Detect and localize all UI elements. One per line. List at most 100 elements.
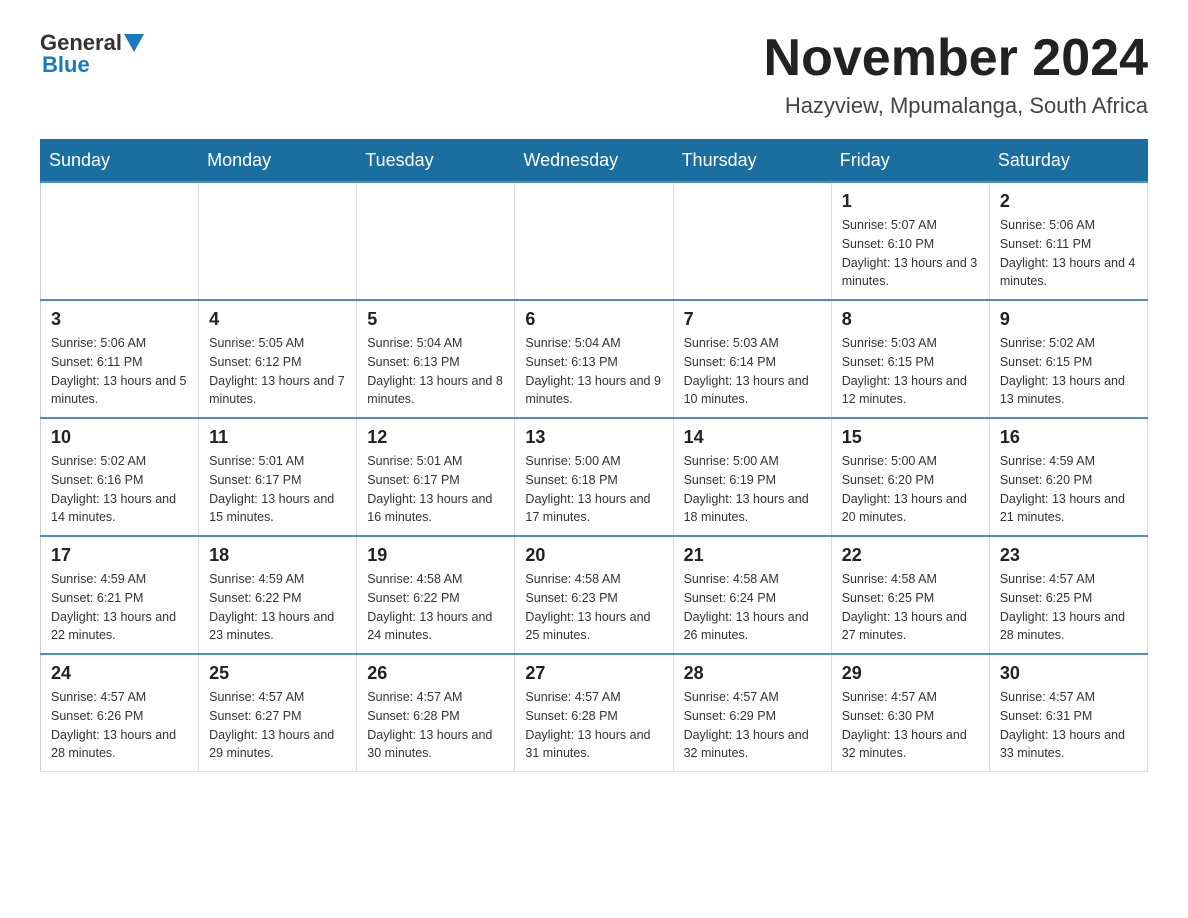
day-info: Sunrise: 4:57 AMSunset: 6:28 PMDaylight:… <box>525 688 662 763</box>
day-number: 12 <box>367 427 504 448</box>
calendar-cell: 16 Sunrise: 4:59 AMSunset: 6:20 PMDayligh… <box>989 418 1147 536</box>
calendar-cell: 18Sunrise: 4:59 AMSunset: 6:22 PMDayligh… <box>199 536 357 654</box>
day-info: Sunrise: 4:57 AMSunset: 6:28 PMDaylight:… <box>367 688 504 763</box>
day-info: Sunrise: 4:57 AMSunset: 6:30 PMDaylight:… <box>842 688 979 763</box>
calendar-cell <box>357 182 515 300</box>
logo: General Blue <box>40 30 144 78</box>
calendar-week-row: 3 Sunrise: 5:06 AMSunset: 6:11 PMDaylight… <box>41 300 1148 418</box>
calendar-cell: 13 Sunrise: 5:00 AMSunset: 6:18 PMDayligh… <box>515 418 673 536</box>
calendar-cell: 9 Sunrise: 5:02 AMSunset: 6:15 PMDaylight… <box>989 300 1147 418</box>
day-info: Sunrise: 5:04 AMSunset: 6:13 PMDaylight:… <box>367 334 504 409</box>
day-number: 3 <box>51 309 188 330</box>
day-info: Sunrise: 5:00 AMSunset: 6:18 PMDaylight:… <box>525 452 662 527</box>
calendar-cell: 24 Sunrise: 4:57 AMSunset: 6:26 PMDayligh… <box>41 654 199 772</box>
calendar-cell: 7Sunrise: 5:03 AMSunset: 6:14 PMDaylight… <box>673 300 831 418</box>
calendar-cell: 30Sunrise: 4:57 AMSunset: 6:31 PMDayligh… <box>989 654 1147 772</box>
day-number: 8 <box>842 309 979 330</box>
day-info: Sunrise: 5:00 AMSunset: 6:19 PMDaylight:… <box>684 452 821 527</box>
weekday-header-friday: Friday <box>831 140 989 183</box>
day-info: Sunrise: 5:02 AMSunset: 6:16 PMDaylight:… <box>51 452 188 527</box>
logo-blue-text: Blue <box>42 52 90 78</box>
day-number: 28 <box>684 663 821 684</box>
weekday-header-monday: Monday <box>199 140 357 183</box>
day-info: Sunrise: 4:58 AMSunset: 6:25 PMDaylight:… <box>842 570 979 645</box>
day-number: 16 <box>1000 427 1137 448</box>
day-number: 11 <box>209 427 346 448</box>
day-info: Sunrise: 5:01 AMSunset: 6:17 PMDaylight:… <box>367 452 504 527</box>
day-number: 10 <box>51 427 188 448</box>
day-number: 2 <box>1000 191 1137 212</box>
day-number: 13 <box>525 427 662 448</box>
day-info: Sunrise: 4:59 AMSunset: 6:21 PMDaylight:… <box>51 570 188 645</box>
day-number: 5 <box>367 309 504 330</box>
day-info: Sunrise: 4:58 AMSunset: 6:22 PMDaylight:… <box>367 570 504 645</box>
weekday-header-tuesday: Tuesday <box>357 140 515 183</box>
day-info: Sunrise: 5:05 AMSunset: 6:12 PMDaylight:… <box>209 334 346 409</box>
calendar-cell: 10 Sunrise: 5:02 AMSunset: 6:16 PMDayligh… <box>41 418 199 536</box>
day-info: Sunrise: 5:00 AMSunset: 6:20 PMDaylight:… <box>842 452 979 527</box>
month-title: November 2024 <box>764 30 1148 87</box>
weekday-header-saturday: Saturday <box>989 140 1147 183</box>
weekday-header-wednesday: Wednesday <box>515 140 673 183</box>
calendar-cell: 12 Sunrise: 5:01 AMSunset: 6:17 PMDayligh… <box>357 418 515 536</box>
weekday-header-thursday: Thursday <box>673 140 831 183</box>
calendar-cell: 11 Sunrise: 5:01 AMSunset: 6:17 PMDayligh… <box>199 418 357 536</box>
calendar-cell: 5 Sunrise: 5:04 AMSunset: 6:13 PMDaylight… <box>357 300 515 418</box>
location-title: Hazyview, Mpumalanga, South Africa <box>764 93 1148 119</box>
title-block: November 2024 Hazyview, Mpumalanga, Sout… <box>764 30 1148 119</box>
day-info: Sunrise: 4:58 AMSunset: 6:24 PMDaylight:… <box>684 570 821 645</box>
calendar-cell <box>41 182 199 300</box>
day-number: 24 <box>51 663 188 684</box>
day-info: Sunrise: 5:03 AMSunset: 6:15 PMDaylight:… <box>842 334 979 409</box>
calendar-week-row: 17Sunrise: 4:59 AMSunset: 6:21 PMDayligh… <box>41 536 1148 654</box>
day-info: Sunrise: 4:58 AMSunset: 6:23 PMDaylight:… <box>525 570 662 645</box>
calendar-cell <box>515 182 673 300</box>
day-info: Sunrise: 5:01 AMSunset: 6:17 PMDaylight:… <box>209 452 346 527</box>
calendar-cell <box>673 182 831 300</box>
day-info: Sunrise: 4:57 AMSunset: 6:25 PMDaylight:… <box>1000 570 1137 645</box>
logo-triangle-icon <box>124 34 144 54</box>
day-info: Sunrise: 4:59 AMSunset: 6:22 PMDaylight:… <box>209 570 346 645</box>
day-number: 1 <box>842 191 979 212</box>
day-number: 21 <box>684 545 821 566</box>
day-info: Sunrise: 4:57 AMSunset: 6:26 PMDaylight:… <box>51 688 188 763</box>
calendar-cell: 25 Sunrise: 4:57 AMSunset: 6:27 PMDayligh… <box>199 654 357 772</box>
calendar-cell: 23 Sunrise: 4:57 AMSunset: 6:25 PMDayligh… <box>989 536 1147 654</box>
day-number: 19 <box>367 545 504 566</box>
calendar-cell: 27Sunrise: 4:57 AMSunset: 6:28 PMDayligh… <box>515 654 673 772</box>
calendar-cell: 29Sunrise: 4:57 AMSunset: 6:30 PMDayligh… <box>831 654 989 772</box>
calendar-cell: 21 Sunrise: 4:58 AMSunset: 6:24 PMDayligh… <box>673 536 831 654</box>
day-number: 7 <box>684 309 821 330</box>
day-number: 6 <box>525 309 662 330</box>
calendar-week-row: 1Sunrise: 5:07 AMSunset: 6:10 PMDaylight… <box>41 182 1148 300</box>
day-number: 26 <box>367 663 504 684</box>
day-info: Sunrise: 4:59 AMSunset: 6:20 PMDaylight:… <box>1000 452 1137 527</box>
calendar-week-row: 24 Sunrise: 4:57 AMSunset: 6:26 PMDayligh… <box>41 654 1148 772</box>
day-info: Sunrise: 5:02 AMSunset: 6:15 PMDaylight:… <box>1000 334 1137 409</box>
calendar-cell: 14Sunrise: 5:00 AMSunset: 6:19 PMDayligh… <box>673 418 831 536</box>
day-number: 4 <box>209 309 346 330</box>
calendar-cell: 15 Sunrise: 5:00 AMSunset: 6:20 PMDayligh… <box>831 418 989 536</box>
day-number: 25 <box>209 663 346 684</box>
calendar-cell <box>199 182 357 300</box>
day-info: Sunrise: 5:06 AMSunset: 6:11 PMDaylight:… <box>51 334 188 409</box>
calendar-cell: 8 Sunrise: 5:03 AMSunset: 6:15 PMDaylight… <box>831 300 989 418</box>
day-number: 23 <box>1000 545 1137 566</box>
day-number: 15 <box>842 427 979 448</box>
calendar-cell: 6 Sunrise: 5:04 AMSunset: 6:13 PMDaylight… <box>515 300 673 418</box>
calendar-header: SundayMondayTuesdayWednesdayThursdayFrid… <box>41 140 1148 183</box>
day-info: Sunrise: 5:06 AMSunset: 6:11 PMDaylight:… <box>1000 216 1137 291</box>
calendar-table: SundayMondayTuesdayWednesdayThursdayFrid… <box>40 139 1148 772</box>
weekday-header-row: SundayMondayTuesdayWednesdayThursdayFrid… <box>41 140 1148 183</box>
page-header: General Blue November 2024 Hazyview, Mpu… <box>40 30 1148 119</box>
calendar-cell: 17Sunrise: 4:59 AMSunset: 6:21 PMDayligh… <box>41 536 199 654</box>
calendar-cell: 19 Sunrise: 4:58 AMSunset: 6:22 PMDayligh… <box>357 536 515 654</box>
day-info: Sunrise: 5:04 AMSunset: 6:13 PMDaylight:… <box>525 334 662 409</box>
day-number: 9 <box>1000 309 1137 330</box>
weekday-header-sunday: Sunday <box>41 140 199 183</box>
calendar-cell: 3 Sunrise: 5:06 AMSunset: 6:11 PMDaylight… <box>41 300 199 418</box>
day-info: Sunrise: 4:57 AMSunset: 6:29 PMDaylight:… <box>684 688 821 763</box>
calendar-cell: 2 Sunrise: 5:06 AMSunset: 6:11 PMDaylight… <box>989 182 1147 300</box>
calendar-body: 1Sunrise: 5:07 AMSunset: 6:10 PMDaylight… <box>41 182 1148 772</box>
day-info: Sunrise: 4:57 AMSunset: 6:27 PMDaylight:… <box>209 688 346 763</box>
